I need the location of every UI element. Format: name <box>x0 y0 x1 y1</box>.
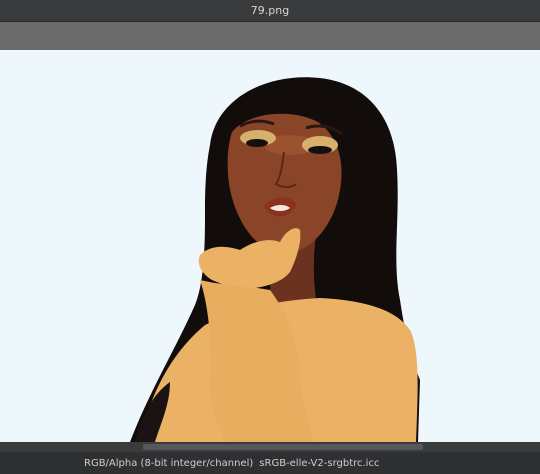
scrollbar-thumb[interactable] <box>143 444 423 450</box>
horizontal-scrollbar[interactable] <box>0 442 540 452</box>
image-editor-window: 79.png RGB/Alpha (8-bit integer/channel)… <box>0 0 540 474</box>
left-eye <box>246 139 268 147</box>
color-mode-label: RGB/Alpha (8-bit integer/channel) <box>84 457 254 469</box>
artwork-illustration <box>130 77 420 442</box>
toolbar <box>0 22 540 51</box>
color-profile-label: sRGB-elle-V2-srgbtrc.icc <box>259 457 380 469</box>
right-eye <box>308 146 332 154</box>
title-bar: 79.png <box>0 0 540 22</box>
window-title: 79.png <box>250 4 290 17</box>
canvas[interactable] <box>0 50 540 442</box>
status-bar: RGB/Alpha (8-bit integer/channel) sRGB-e… <box>0 452 540 474</box>
